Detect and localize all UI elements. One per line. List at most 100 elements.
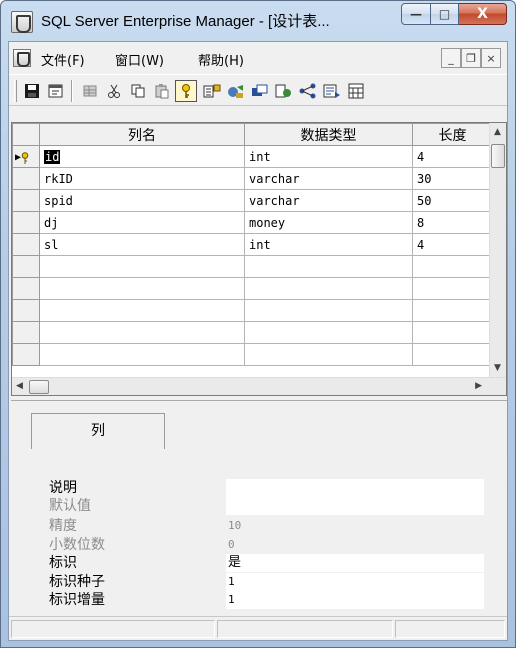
save-icon[interactable] <box>21 80 43 102</box>
grid-view-icon[interactable] <box>345 80 367 102</box>
cell-length[interactable]: 4 <box>412 233 493 256</box>
manage-triggers-icon[interactable] <box>273 80 295 102</box>
tab-columns[interactable]: 列 <box>31 413 165 449</box>
mdi-close-button[interactable]: × <box>481 48 501 68</box>
empty-cell[interactable] <box>412 321 493 344</box>
horizontal-scroll-thumb[interactable] <box>29 380 49 394</box>
empty-cell[interactable] <box>244 343 413 366</box>
cell-data-type[interactable]: int <box>244 145 413 168</box>
cell-data-type[interactable]: varchar <box>244 189 413 212</box>
title-bar[interactable]: SQL Server Enterprise Manager - [设计表... … <box>1 1 515 41</box>
menu-file[interactable]: 文件(F) <box>41 50 85 69</box>
horizontal-scrollbar[interactable]: ◀ ▶ <box>12 377 506 395</box>
empty-cell[interactable] <box>412 255 493 278</box>
empty-cell[interactable] <box>244 299 413 322</box>
table-icon[interactable] <box>79 80 101 102</box>
cell-length[interactable]: 50 <box>412 189 493 212</box>
column-name-editor[interactable]: id <box>44 149 61 164</box>
paste-icon[interactable] <box>151 80 173 102</box>
cell-data-type[interactable]: int <box>244 233 413 256</box>
empty-cell[interactable] <box>39 277 245 300</box>
empty-row[interactable] <box>12 321 493 344</box>
prop-value-identity[interactable]: 是 <box>226 554 484 572</box>
scroll-down-icon[interactable]: ▼ <box>494 363 501 373</box>
maximize-button[interactable]: □ <box>431 3 459 25</box>
empty-cell[interactable] <box>39 299 245 322</box>
empty-cell[interactable] <box>244 255 413 278</box>
close-button[interactable]: X <box>459 3 507 25</box>
empty-cell[interactable] <box>412 343 493 366</box>
menu-window[interactable]: 窗口(W) <box>115 50 164 69</box>
row-selector[interactable] <box>12 211 40 234</box>
column-header-type[interactable]: 数据类型 <box>244 123 413 146</box>
menu-help[interactable]: 帮助(H) <box>198 50 244 69</box>
cell-data-type[interactable]: varchar <box>244 167 413 190</box>
row-selector[interactable] <box>12 255 40 278</box>
manage-indexes-icon[interactable] <box>201 80 223 102</box>
empty-cell[interactable] <box>244 321 413 344</box>
relationships-icon[interactable] <box>225 80 247 102</box>
columns-grid[interactable]: 列名 数据类型 长度 ▶ id int 4 rkID varchar 30 sp… <box>11 122 507 396</box>
cell-length[interactable]: 4 <box>412 145 493 168</box>
empty-cell[interactable] <box>244 277 413 300</box>
vertical-scrollbar[interactable]: ▲ ▼ <box>489 123 506 377</box>
prop-value-description[interactable] <box>226 479 484 497</box>
check-constraints-icon[interactable] <box>249 80 271 102</box>
cell-column-name[interactable]: dj <box>39 211 245 234</box>
row-selector[interactable]: ▶ <box>12 145 40 168</box>
row-selector[interactable] <box>12 189 40 212</box>
empty-cell[interactable] <box>39 255 245 278</box>
enterprise-manager-icon[interactable] <box>11 11 33 33</box>
generate-script-icon[interactable] <box>321 80 343 102</box>
primary-key-icon[interactable] <box>175 80 197 102</box>
empty-cell[interactable] <box>39 343 245 366</box>
mdi-minimize-button[interactable]: _ <box>441 48 461 68</box>
document-icon[interactable] <box>13 49 31 67</box>
table-row[interactable]: rkID varchar 30 <box>12 167 493 190</box>
close-icon: X <box>477 6 488 22</box>
table-row[interactable]: spid varchar 50 <box>12 189 493 212</box>
row-selector[interactable] <box>12 233 40 256</box>
corner-cell[interactable] <box>12 123 40 146</box>
cell-length[interactable]: 8 <box>412 211 493 234</box>
empty-cell[interactable] <box>412 299 493 322</box>
empty-row[interactable] <box>12 299 493 322</box>
minimize-button[interactable]: — <box>401 3 431 25</box>
toolbar-grip[interactable] <box>14 80 17 102</box>
cell-column-name[interactable]: sl <box>39 233 245 256</box>
cell-data-type[interactable]: money <box>244 211 413 234</box>
properties-icon[interactable] <box>45 80 67 102</box>
empty-row[interactable] <box>12 277 493 300</box>
copy-icon[interactable] <box>127 80 149 102</box>
cell-length[interactable]: 30 <box>412 167 493 190</box>
empty-cell[interactable] <box>412 277 493 300</box>
prop-value-identity-seed[interactable]: 1 <box>226 573 484 591</box>
empty-row[interactable] <box>12 255 493 278</box>
cell-column-name[interactable]: spid <box>39 189 245 212</box>
prop-value-default-value[interactable] <box>226 497 484 515</box>
mdi-restore-button[interactable]: ❐ <box>461 48 481 68</box>
cell-column-name[interactable]: rkID <box>39 167 245 190</box>
row-selector[interactable] <box>12 277 40 300</box>
empty-row[interactable] <box>12 343 493 366</box>
empty-cell[interactable] <box>39 321 245 344</box>
table-row[interactable]: ▶ id int 4 <box>12 145 493 168</box>
prop-value-scale: 0 <box>228 538 235 551</box>
row-selector[interactable] <box>12 343 40 366</box>
table-row[interactable]: dj money 8 <box>12 211 493 234</box>
client-area: 文件(F) 窗口(W) 帮助(H) _ ❐ × 列名 数据类型 长度 ▶ id … <box>8 41 508 641</box>
table-row[interactable]: sl int 4 <box>12 233 493 256</box>
row-selector[interactable] <box>12 321 40 344</box>
prop-value-identity-increment[interactable]: 1 <box>226 591 484 609</box>
row-selector[interactable] <box>12 167 40 190</box>
column-header-length[interactable]: 长度 <box>412 123 493 146</box>
row-selector[interactable] <box>12 299 40 322</box>
vertical-scroll-thumb[interactable] <box>491 144 505 168</box>
scroll-right-icon[interactable]: ▶ <box>475 381 482 391</box>
dependencies-icon[interactable] <box>297 80 319 102</box>
scroll-up-icon[interactable]: ▲ <box>494 127 501 137</box>
column-header-name[interactable]: 列名 <box>39 123 245 146</box>
cell-column-name[interactable]: id <box>39 145 245 168</box>
cut-icon[interactable] <box>103 80 125 102</box>
scroll-left-icon[interactable]: ◀ <box>16 381 23 391</box>
